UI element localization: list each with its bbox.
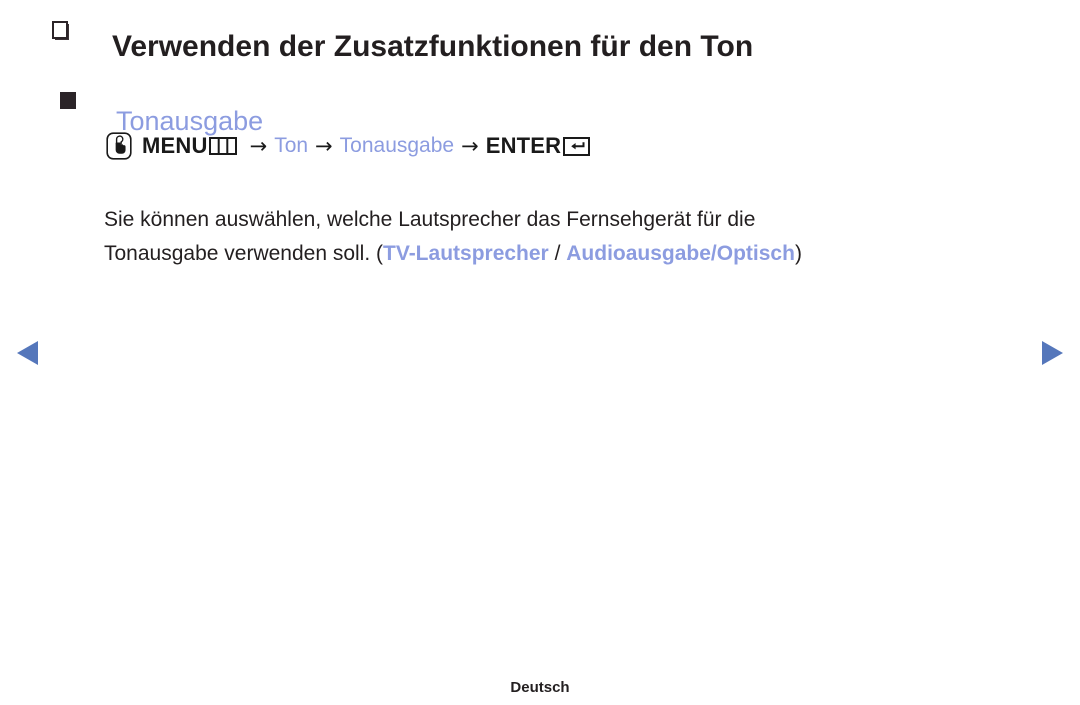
hand-press-button-icon [106,132,132,160]
option-tv-lautsprecher: TV-Lautsprecher [383,242,549,265]
path-arrow-3: → [461,134,479,158]
path-arrow-2: → [315,134,333,158]
menu-grid-icon [208,137,237,155]
menu-path-step-tonausgabe[interactable]: Tonausgabe [340,133,454,159]
option-separator: / [548,242,567,265]
filled-square-bullet-icon [60,92,76,109]
menu-path-step-ton[interactable]: Ton [274,133,308,159]
enter-return-key-icon [563,136,591,156]
hollow-square-bullet-icon [52,21,69,40]
triangle-left-icon[interactable] [14,338,42,368]
body-line-2-prefix: Tonausgabe verwenden soll. ( [104,242,384,265]
page-title: Verwenden der Zusatzfunktionen für den T… [112,30,754,64]
menu-path: MENU → Ton → Tonausgabe → ENTER [106,132,591,160]
page-title-row: Verwenden der Zusatzfunktionen für den T… [52,10,753,84]
enter-button-label: ENTER [485,133,562,158]
body-line-2-suffix: ) [794,242,802,265]
menu-button-label: MENU [142,133,208,158]
triangle-right-icon[interactable] [1038,338,1066,368]
path-arrow-1: → [249,134,268,158]
body-paragraph: Sie können auswählen, welche Lautspreche… [104,203,984,271]
body-line-1: Sie können auswählen, welche Lautspreche… [104,208,756,231]
option-audioausgabe-optisch: Audioausgabe/Optisch [566,242,795,265]
footer-language: Deutsch [510,679,570,696]
